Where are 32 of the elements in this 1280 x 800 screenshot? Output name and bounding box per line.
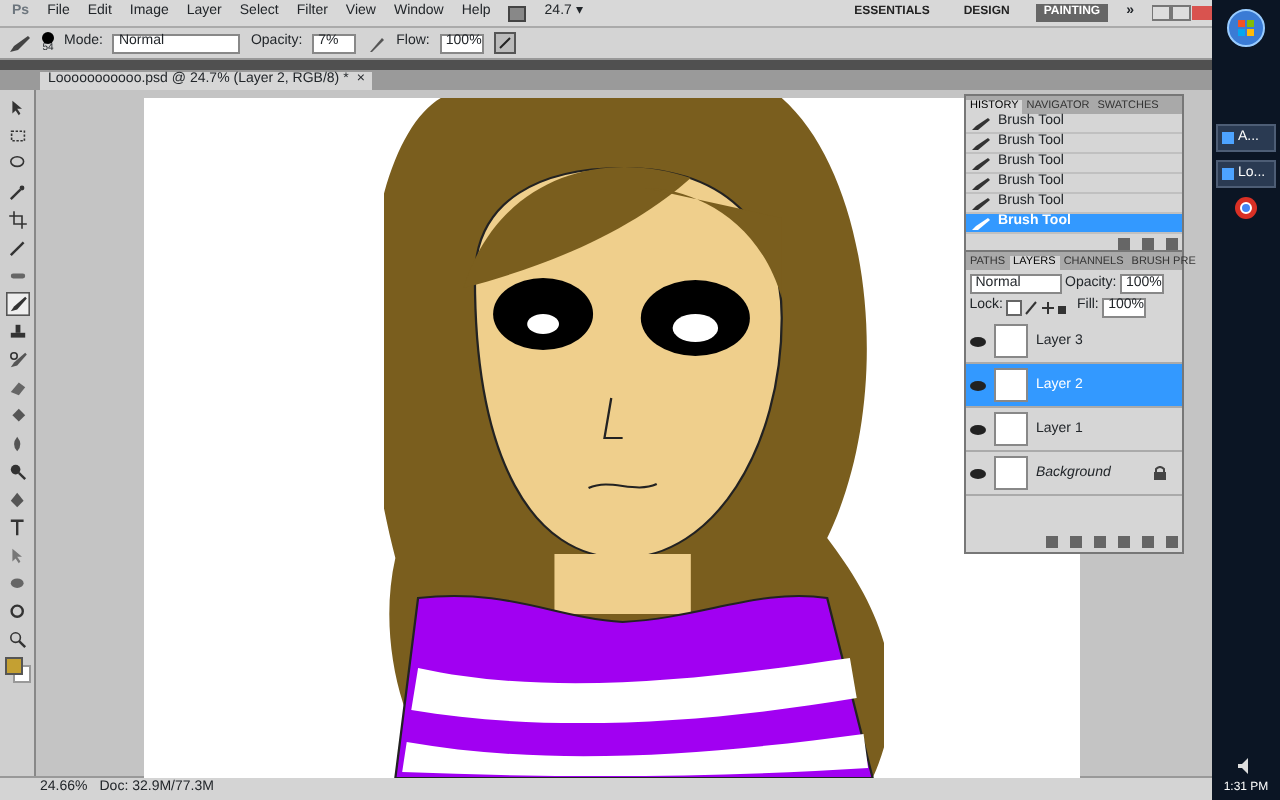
airbrush-icon[interactable]	[366, 33, 387, 53]
layer-thumbnail	[994, 456, 1028, 491]
tablet-pressure-icon[interactable]	[493, 32, 516, 54]
history-tool-icon[interactable]	[5, 348, 29, 372]
pen-tool-icon[interactable]	[5, 488, 29, 512]
history-actions-icon	[1118, 237, 1179, 250]
layer-thumbnail	[994, 324, 1028, 359]
eye-icon[interactable]	[970, 335, 986, 348]
zoom-tool-icon[interactable]	[5, 628, 29, 652]
eye-icon[interactable]	[970, 467, 986, 480]
browser-icon[interactable]	[1234, 196, 1258, 220]
eye-icon[interactable]	[970, 423, 986, 436]
type-tool-icon[interactable]	[5, 516, 29, 540]
rotate-tool-icon[interactable]	[5, 600, 29, 624]
marquee-tool-icon[interactable]	[5, 124, 29, 148]
crop-tool-icon[interactable]	[5, 208, 29, 232]
brush-tip-icon[interactable]	[42, 32, 54, 44]
brush-icon[interactable]	[8, 33, 32, 53]
color-swatches-icon[interactable]	[3, 656, 31, 684]
layer-thumbnail	[994, 412, 1028, 447]
start-orb-icon[interactable]	[1226, 8, 1266, 48]
stamp-tool-icon[interactable]	[5, 320, 29, 344]
dodge-tool-icon[interactable]	[5, 460, 29, 484]
layer-actions-icon	[1046, 536, 1179, 548]
lock-options-icon[interactable]	[1006, 299, 1067, 315]
layer-thumbnail	[994, 368, 1028, 403]
eye-icon[interactable]	[970, 379, 986, 392]
wand-tool-icon[interactable]	[5, 180, 29, 204]
brush-tool-icon[interactable]	[5, 292, 29, 316]
layout-icon[interactable]	[508, 5, 527, 21]
window-controls-icon[interactable]	[1152, 4, 1212, 22]
eyedropper-tool-icon[interactable]	[5, 236, 29, 260]
